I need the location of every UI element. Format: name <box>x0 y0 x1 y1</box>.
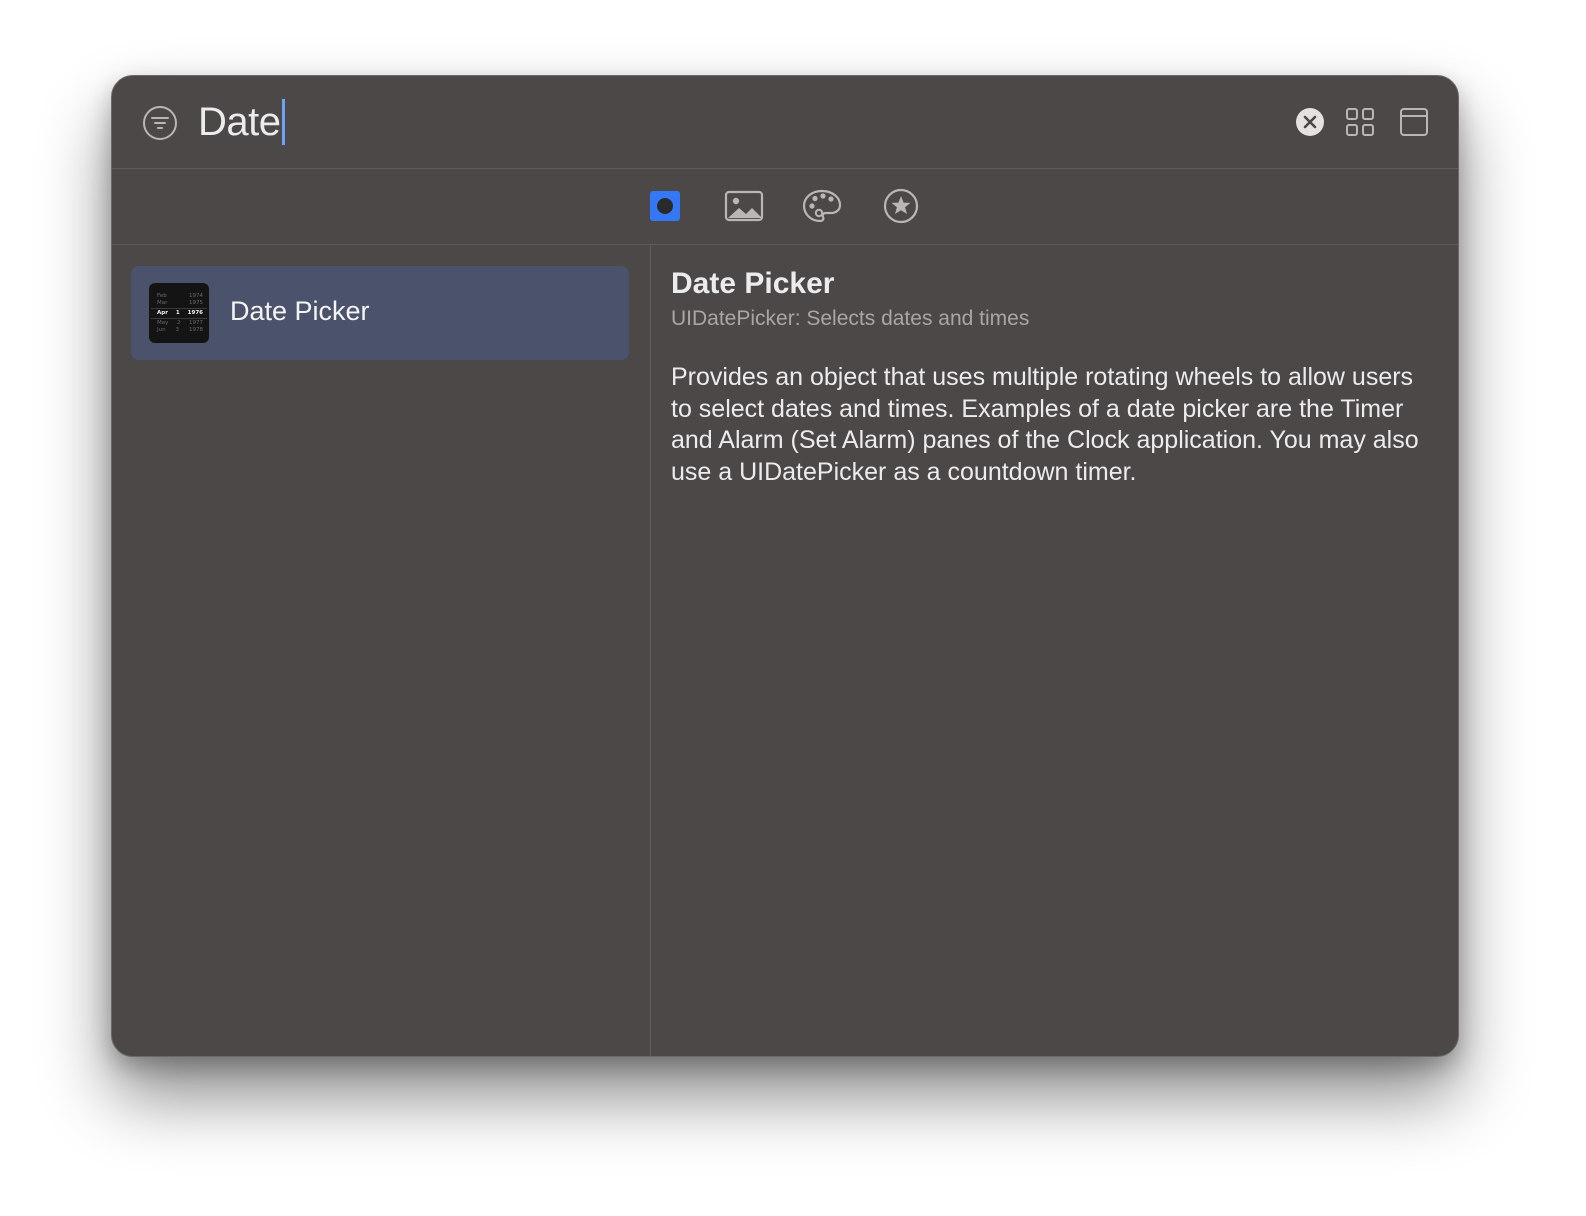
thumb-row: Mar 1975 <box>157 300 203 306</box>
results-list: Feb 1974 Mar 1975 Apr 1 1976 May 2 1977 Jun 3 19… <box>112 245 651 1056</box>
thumb-row: Jun 3 1978 <box>157 327 203 333</box>
grid-view-icon[interactable] <box>1345 107 1375 137</box>
search-input[interactable]: Date <box>198 98 285 146</box>
thumb-row-selected: Apr 1 1976 <box>157 310 203 316</box>
detail-description: Provides an object that uses multiple ro… <box>671 363 1419 486</box>
detail-subtitle: UIDatePicker: Selects dates and times <box>671 307 1030 330</box>
date-picker-thumbnail-icon: Feb 1974 Mar 1975 Apr 1 1976 May 2 1977 Jun 3 19… <box>149 283 209 343</box>
detail-pane: Date Picker UIDatePicker: Selects dates … <box>651 245 1458 1056</box>
library-window: Date Feb 1974 Mar 1975 Apr 1 1976 May 2 … <box>111 75 1459 1057</box>
detail-title: Date Picker <box>671 267 835 300</box>
search-bar: Date <box>112 76 1458 169</box>
palette-icon <box>802 189 842 223</box>
search-input-value: Date <box>198 99 281 144</box>
text-caret <box>281 99 285 145</box>
tab-colors[interactable] <box>802 186 842 226</box>
filter-icon[interactable] <box>142 105 178 141</box>
tab-objects[interactable] <box>645 186 685 226</box>
clear-search-icon[interactable] <box>1295 107 1325 137</box>
image-icon <box>724 190 764 222</box>
tab-media[interactable] <box>724 186 764 226</box>
list-item-date-picker[interactable]: Feb 1974 Mar 1975 Apr 1 1976 May 2 1977 Jun 3 19… <box>131 266 629 360</box>
star-icon <box>883 188 919 224</box>
objects-icon <box>650 191 680 221</box>
detail-panel-icon[interactable] <box>1399 107 1429 137</box>
library-tab-bar <box>112 169 1458 245</box>
thumb-row: May 2 1977 <box>157 320 203 326</box>
thumb-row: Feb 1974 <box>157 293 203 299</box>
tab-favorites[interactable] <box>881 186 921 226</box>
list-item-label: Date Picker <box>230 296 370 326</box>
